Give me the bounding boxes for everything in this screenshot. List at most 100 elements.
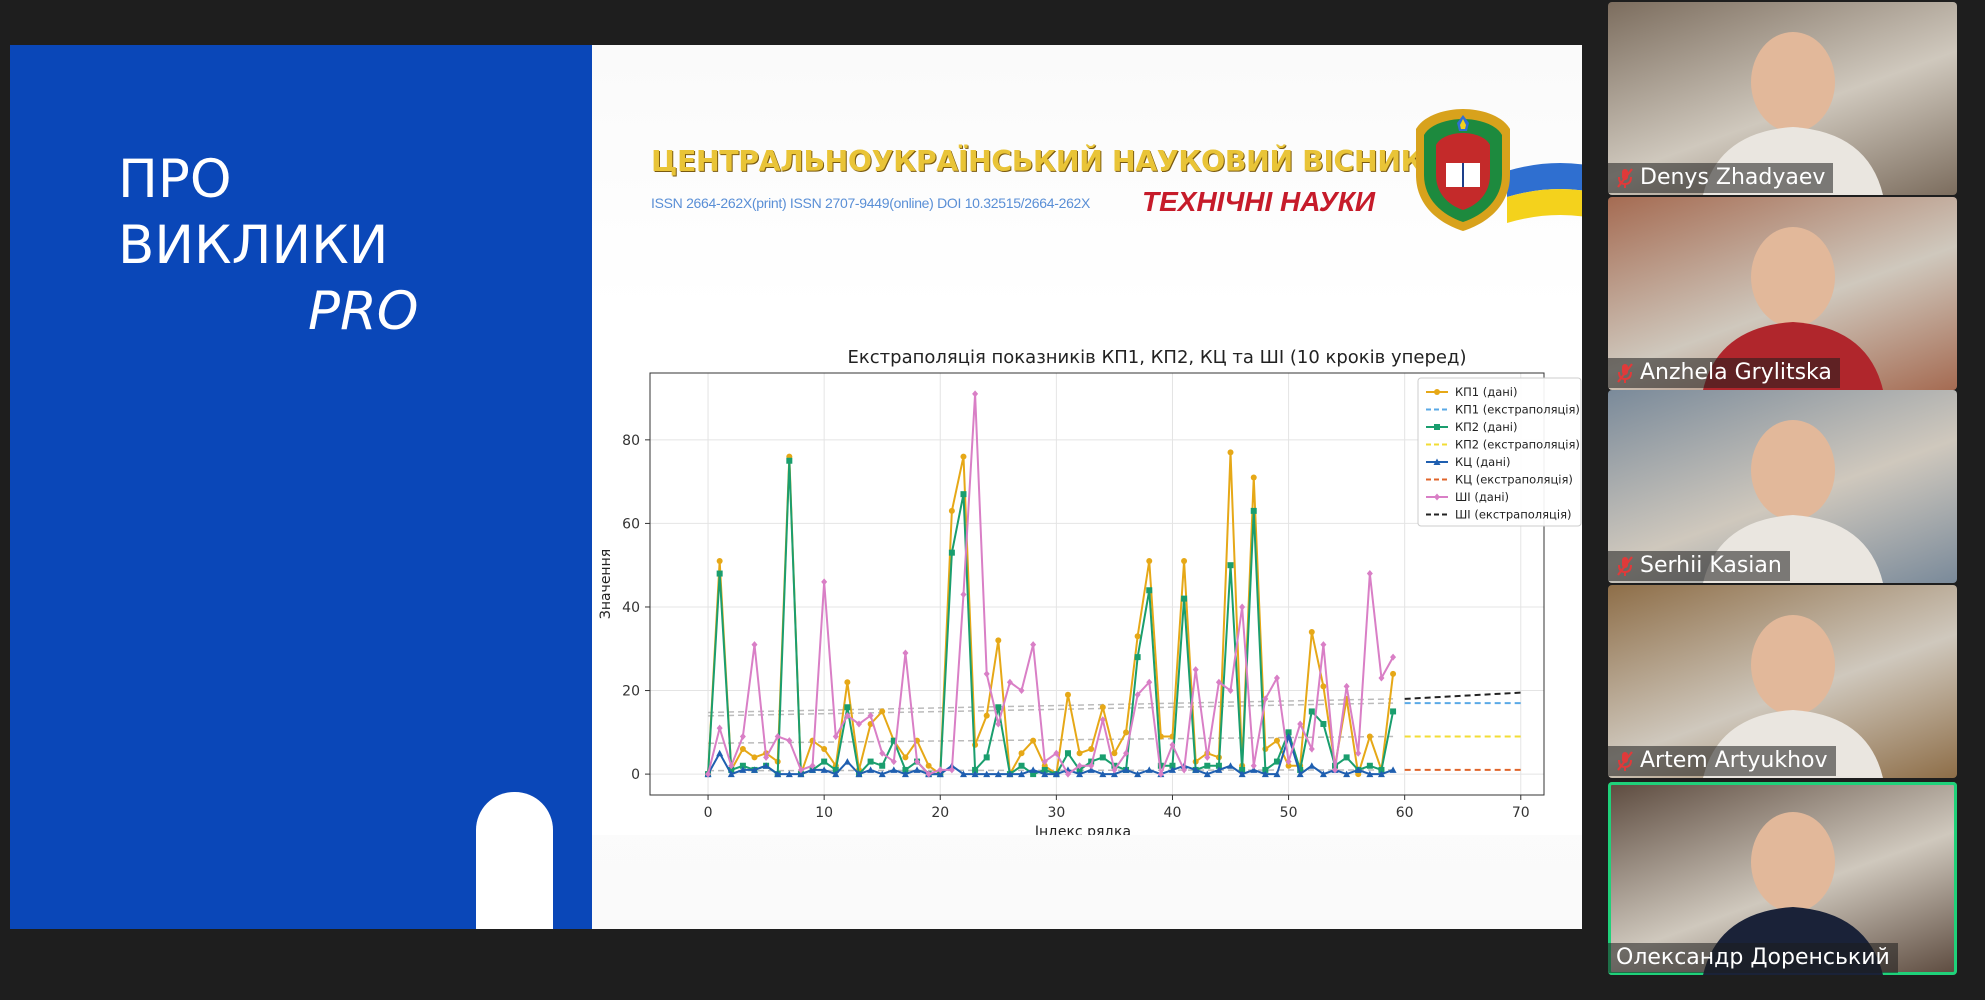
data-point [1320,720,1327,727]
data-point [960,453,967,460]
data-point [925,762,932,769]
legend-label: КП1 (екстраполяція) [1455,403,1580,417]
legend-label: КЦ (екстраполяція) [1455,473,1573,487]
data-point [1064,691,1071,698]
muted-mic-icon [1617,362,1633,383]
data-point [983,712,990,719]
slide-left-panel: ПРО ВИКЛИКИ PRO [10,45,592,929]
legend-label: КП1 (дані) [1455,385,1517,399]
participant-name-bar: Artem Artyukhov [1608,746,1836,776]
university-emblem-logo [1416,109,1510,231]
slide-title-line1: ПРО [118,149,232,210]
data-point [821,758,828,765]
legend-label: КП2 (екстраполяція) [1455,438,1580,452]
y-tick-label: 20 [622,684,640,700]
data-point [867,758,874,765]
legend-label: КЦ (дані) [1455,455,1510,469]
data-point [960,491,967,498]
x-tick-label: 60 [1396,805,1414,821]
participant-tile[interactable]: Олександр Доренський [1608,782,1957,975]
data-point [1308,629,1315,636]
muted-mic-icon [1617,167,1633,188]
shared-slide: ПРО ВИКЛИКИ PRO ЦЕНТРАЛЬНОУКРАЇНСЬКИЙ НА… [10,45,1582,929]
x-tick-label: 70 [1512,805,1530,821]
data-point [1018,750,1025,757]
data-point [1099,754,1106,761]
x-axis-label: Індекс рядка [1035,824,1131,835]
data-point [1099,704,1106,711]
data-point [739,746,746,753]
data-point [1018,762,1025,769]
participants-panel: Denys Zhadyaev Anzhela Grylitska Serhii Ka… [1608,0,1959,1000]
data-point [1088,746,1095,753]
data-point [1076,750,1083,757]
data-point [751,754,758,761]
data-point [1390,708,1397,715]
data-point [1227,562,1234,569]
extrapolation-chart: 0 10 20 30 40 50 60 70 0 20 40 60 80 Екстраполяція по… [592,295,1582,835]
journal-name: ЦЕНТРАЛЬНОУКРАЇНСЬКИЙ НАУКОВИЙ ВІСНИК [651,145,1424,178]
legend-marker [1434,389,1440,395]
data-point [1273,758,1280,765]
data-point [716,558,723,565]
y-tick-label: 80 [622,433,640,449]
data-point [948,507,955,514]
participant-tile[interactable]: Denys Zhadyaev [1608,2,1957,195]
participant-name: Anzhela Grylitska [1640,360,1832,385]
participant-name: Denys Zhadyaev [1640,165,1826,190]
x-tick-label: 30 [1047,805,1065,821]
x-tick-label: 50 [1280,805,1298,821]
data-point [844,679,851,686]
data-point [786,457,793,464]
participant-tile[interactable]: Serhii Kasian [1608,390,1957,583]
participant-tile[interactable]: Anzhela Grylitska [1608,197,1957,390]
data-point [1366,733,1373,740]
y-tick-label: 60 [622,516,640,532]
data-point [1343,754,1350,761]
participant-name-bar: Serhii Kasian [1608,551,1790,581]
decorative-pill-shape [476,792,553,929]
data-point [1030,737,1037,744]
data-point [1134,633,1141,640]
data-point [1390,670,1397,677]
data-point [1366,762,1373,769]
data-point [1146,558,1153,565]
participant-name-bar: Олександр Доренський [1608,943,1898,973]
data-point [821,746,828,753]
participant-tile[interactable]: Artem Artyukhov [1608,585,1957,778]
data-point [844,704,851,711]
x-tick-label: 40 [1164,805,1182,821]
legend-label: КП2 (дані) [1455,420,1517,434]
journal-subtitle: ТЕХНІЧНІ НАУКИ [1142,186,1376,217]
data-point [1204,762,1211,769]
journal-issn: ISSN 2664-262X(print) ISSN 2707-9449(onl… [651,195,1091,211]
data-point [902,754,909,761]
legend-label: ШІ (дані) [1455,490,1509,504]
data-point [1111,750,1118,757]
x-tick-label: 20 [931,805,949,821]
participant-name: Artem Artyukhov [1640,748,1828,773]
participant-name-bar: Denys Zhadyaev [1608,163,1834,193]
slide-title-line3: PRO [308,281,419,342]
chart-title: Екстраполяція показників КП1, КП2, КЦ та… [848,347,1467,368]
muted-mic-icon [1617,555,1633,576]
participant-name-bar: Anzhela Grylitska [1608,358,1840,388]
data-point [1250,507,1257,514]
slide-title-line2: ВИКЛИКИ [118,215,389,276]
data-point [1227,449,1234,456]
y-tick-label: 40 [622,600,640,616]
data-point [1250,474,1257,481]
participant-name: Serhii Kasian [1640,553,1782,578]
data-point [1320,683,1327,690]
slide-title: ПРО ВИКЛИКИ PRO [118,147,419,345]
data-point [995,704,1002,711]
data-point [879,762,886,769]
muted-mic-icon [1617,750,1633,771]
legend-label: ШІ (екстраполяція) [1455,508,1571,522]
y-tick-label: 0 [631,767,640,783]
data-point [1064,750,1071,757]
data-point [1308,708,1315,715]
data-point [1146,587,1153,594]
data-point [995,637,1002,644]
slide-right-panel: ЦЕНТРАЛЬНОУКРАЇНСЬКИЙ НАУКОВИЙ ВІСНИК IS… [592,45,1582,929]
